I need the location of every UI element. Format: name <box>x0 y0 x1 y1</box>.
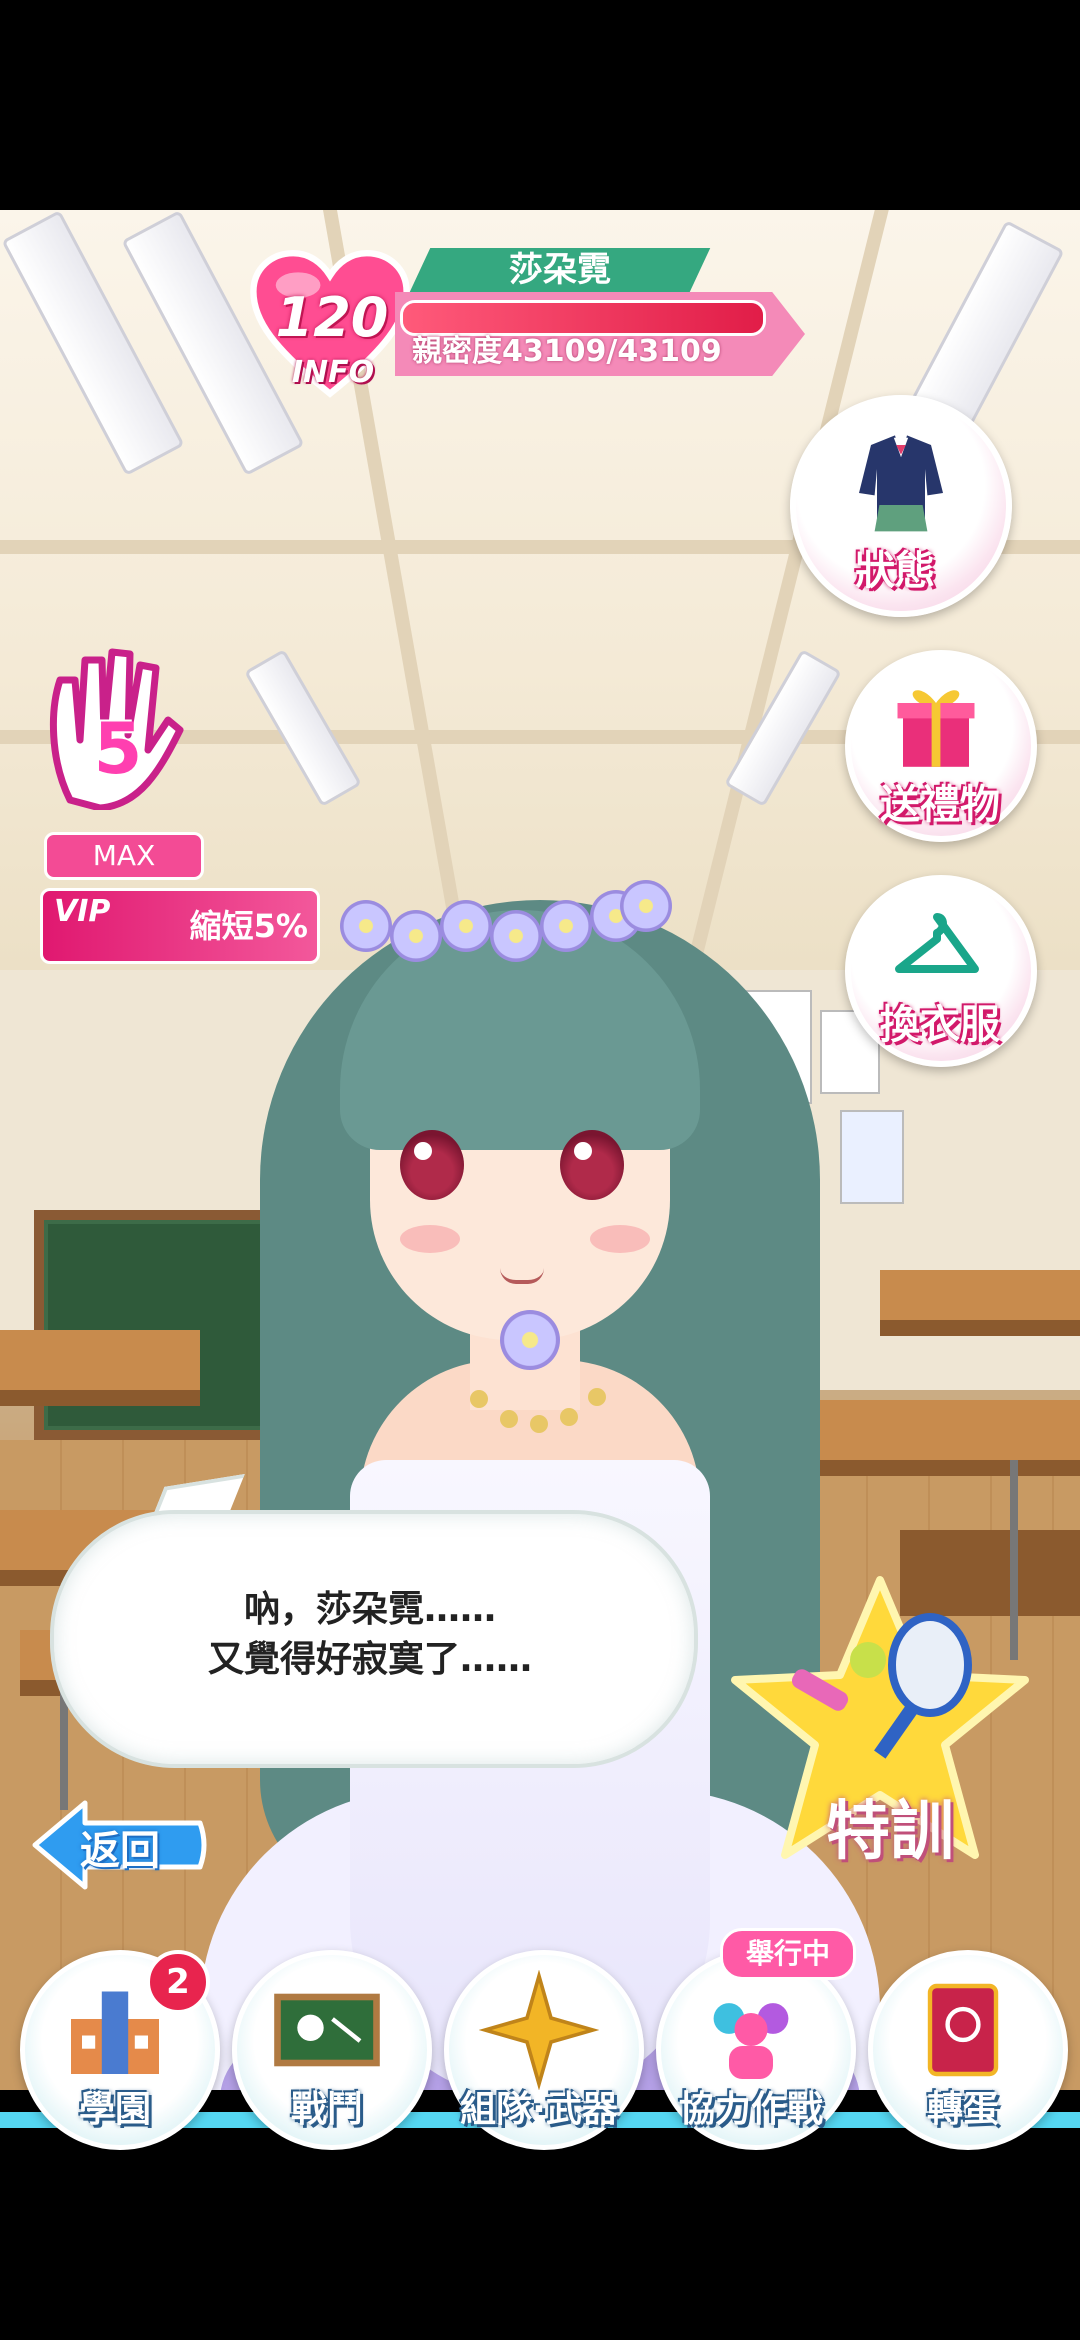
necklace-pearl <box>500 1410 518 1428</box>
flower-crown <box>390 910 442 962</box>
gift-label: 送禮物 <box>880 782 1000 828</box>
character-blush <box>400 1225 460 1253</box>
necklace-pearl <box>560 1408 578 1426</box>
dialogue-text: 吶，莎朶霓…… 又覺得好寂寞了…… <box>110 1585 630 1685</box>
nav-academy-label: 學園 <box>78 2089 151 2130</box>
school-desk <box>880 1270 1080 1336</box>
event-ongoing-tag: 舉行中 <box>720 1928 856 1980</box>
uniform-icon <box>859 435 943 532</box>
flower-crown <box>540 900 592 952</box>
necklace-pearl <box>588 1388 606 1406</box>
status-label: 狀態 <box>855 548 935 594</box>
flower-crown <box>490 910 542 962</box>
back-label: 返回 <box>80 1828 160 1874</box>
flower-crown <box>340 900 392 952</box>
necklace-pearl <box>530 1415 548 1433</box>
training-label: 特訓 <box>826 1795 954 1869</box>
vip-value: 縮短5% <box>189 907 308 945</box>
nav-coop-battle-label: 協力作戰 <box>678 2089 823 2130</box>
dialogue-line: 吶，莎朶霓…… <box>243 1589 496 1630</box>
dialogue-line: 又覺得好寂寞了…… <box>207 1639 532 1680</box>
wardrobe-label: 換衣服 <box>880 1002 1000 1048</box>
affection-bar-fill <box>403 303 763 333</box>
school-desk <box>0 1330 200 1406</box>
flower-crown <box>440 900 492 952</box>
vip-label: VIP <box>54 894 111 929</box>
character-blush <box>590 1225 650 1253</box>
nav-battle-label: 戰鬥 <box>290 2089 363 2130</box>
affection-level: 120 <box>275 286 389 349</box>
max-badge: MAX <box>44 832 204 880</box>
chalkboard-icon <box>274 1993 380 2067</box>
flower-crown <box>620 880 672 932</box>
affection-bar <box>400 300 766 336</box>
character-name: 莎朶霓 <box>509 250 611 290</box>
nav-team-weapon-label: 組隊·武器 <box>460 2089 618 2130</box>
hand-count: 5 <box>93 708 143 790</box>
necklace-pearl <box>470 1390 488 1408</box>
info-button[interactable]: INFO <box>278 355 388 390</box>
affection-text: 親密度43109/43109 <box>412 334 722 369</box>
wall-poster <box>840 1110 904 1204</box>
character-right-eye <box>560 1130 624 1200</box>
nav-gacha-label: 轉蛋 <box>926 2089 999 2130</box>
character-left-eye <box>400 1130 464 1200</box>
hanger-icon <box>895 913 979 973</box>
gift-box-icon <box>897 690 975 767</box>
ticket-book-icon <box>927 1983 999 2077</box>
academy-badge: 2 <box>146 1950 210 2014</box>
choker-flower <box>500 1310 560 1370</box>
people-group-icon <box>713 2003 789 2079</box>
compass-star-icon <box>479 1970 599 2090</box>
